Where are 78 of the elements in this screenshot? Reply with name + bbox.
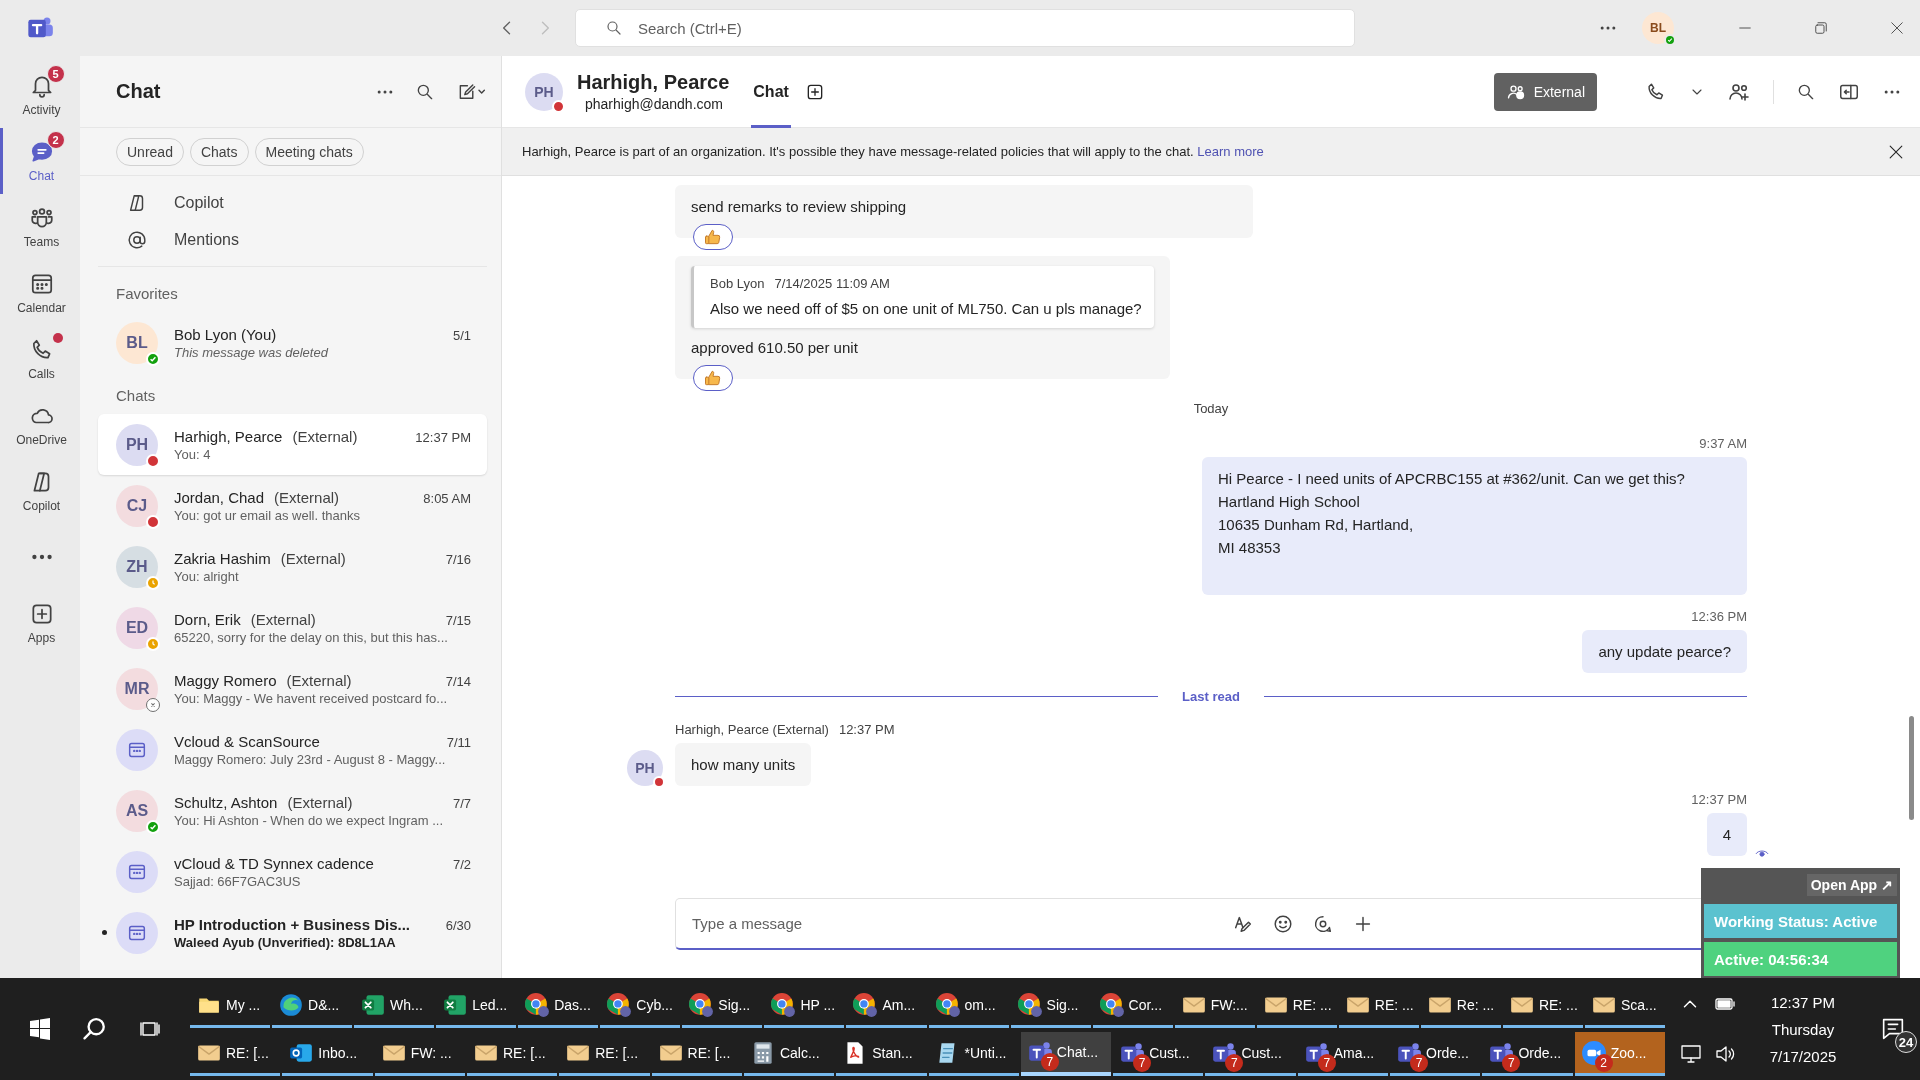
chat-name: Schultz, Ashton <box>174 793 278 811</box>
message-time: 9:37 AM <box>1699 436 1747 451</box>
date-separator: Today <box>1193 401 1229 416</box>
message-time: 12:37 PM <box>838 722 895 737</box>
count-badge: 2 <box>46 131 65 149</box>
chat-time: 6/30 <box>445 917 471 933</box>
chat-name: Zakria Hashim <box>174 549 271 567</box>
message-time: 12:36 PM <box>1691 609 1747 624</box>
external-tag: (External) <box>280 549 346 567</box>
chat-name: Jordan, Chad <box>174 488 265 506</box>
section-heading: Favorites <box>115 284 179 304</box>
message-text: 10635 Dunham Rd, Hartland, <box>1218 515 1415 535</box>
chat-preview: You: got ur email as well. thanks <box>174 507 361 523</box>
chat-time: 7/2 <box>452 856 471 872</box>
avatar: MR <box>116 667 158 710</box>
quote-text: Also we need off of $5 on one unit of ML750. Can u pls manage? <box>710 299 1142 319</box>
count-badge: 5 <box>46 65 65 83</box>
chat-time: 7/14 <box>445 673 471 689</box>
chat-time: 7/15 <box>445 612 471 628</box>
working-status-bar: Working Status: Active <box>1704 904 1897 938</box>
chat-time: 7/7 <box>452 795 471 811</box>
external-tag: (External) <box>274 488 340 506</box>
chat-name: Bob Lyon (You) <box>174 325 277 343</box>
chat-preview: Maggy Romero: July 23rd - August 8 - Maggy... <box>174 751 447 767</box>
chat-preview: You: 4 <box>174 446 212 462</box>
chat-preview: You: Hi Ashton - When do we expect Ingram ... <box>174 812 445 828</box>
message-text: how many units <box>691 755 796 775</box>
message-time: 12:37 PM <box>1691 792 1747 807</box>
contact-name: Harhigh, Pearce <box>577 71 730 94</box>
external-tag: (External) <box>292 427 358 445</box>
avatar: PH <box>525 72 563 111</box>
active-timer-bar: Active: 04:56:34 <box>1704 942 1897 976</box>
chat-name: HP Introduction + Business Dis... <box>174 915 410 933</box>
contact-email: pharhigh@dandh.com <box>584 96 724 112</box>
message-text: Hi Pearce - I need units of APCRBC155 at #362/unit. Can we get this? <box>1218 469 1686 489</box>
message-text: MI 48353 <box>1218 538 1282 558</box>
message-text: 4 <box>1722 825 1731 845</box>
chat-preview: You: Maggy - We havent received postcard fo... <box>174 690 449 706</box>
message-text: send remarks to review shipping <box>691 197 908 217</box>
chat-preview: This message was deleted <box>174 344 330 360</box>
avatar: ZH <box>116 545 158 588</box>
chat-name: Maggy Romero <box>174 671 277 689</box>
avatar: PH <box>627 750 663 786</box>
last-read-marker: Last read <box>1182 689 1240 704</box>
policy-notice: Harhigh, Pearce is part of an organization. It's possible they have message-related policies that will apply to the chat. Learn more <box>522 144 1265 159</box>
clock-day: Thursday <box>1771 1020 1835 1038</box>
clock-time: 12:37 PM <box>1770 993 1836 1011</box>
avatar: ED <box>116 606 158 649</box>
chat-name: Harhigh, Pearce <box>174 427 283 445</box>
chat-preview: You: alright <box>174 568 240 584</box>
panel-title: Chat <box>116 80 161 103</box>
avatar: PH <box>116 423 158 466</box>
section-heading: Chats <box>115 386 157 406</box>
external-tag: (External) <box>250 610 316 628</box>
count-badge: 24 <box>1895 1031 1917 1053</box>
message-text: any update pearce? <box>1598 642 1731 662</box>
chat-time: 5/1 <box>452 327 471 343</box>
chat-preview: Sajjad: 66F7GAC3US <box>174 873 302 889</box>
chat-time: 7/16 <box>445 551 471 567</box>
avatar: CJ <box>116 484 158 527</box>
chat-time: 12:37 PM <box>415 429 471 445</box>
chat-preview: 65220, sorry for the delay on this, but this has... <box>174 629 449 645</box>
message-text: Hartland High School <box>1218 492 1361 512</box>
quote-author: Bob Lyon <box>710 275 765 293</box>
chat-time: 8:05 AM <box>423 490 471 506</box>
avatar: BL <box>116 321 158 364</box>
chat-name: Vcloud & ScanSource <box>174 732 320 750</box>
chat-preview: Waleed Ayub (Unverified): 8D8L1AA <box>174 934 397 950</box>
sender-name: Harhigh, Pearce (External) <box>675 722 829 737</box>
message-text: approved 610.50 per unit <box>691 338 859 358</box>
chat-time: 7/11 <box>446 734 471 750</box>
external-tag: (External) <box>286 671 352 689</box>
external-tag: (External) <box>287 793 353 811</box>
avatar: AS <box>116 789 158 832</box>
clock-date: 7/17/2025 <box>1769 1047 1837 1065</box>
chat-name: vCloud & TD Synnex cadence <box>174 854 374 872</box>
chat-name: Dorn, Erik <box>174 610 241 628</box>
quote-time: 7/14/2025 11:09 AM <box>774 275 890 293</box>
